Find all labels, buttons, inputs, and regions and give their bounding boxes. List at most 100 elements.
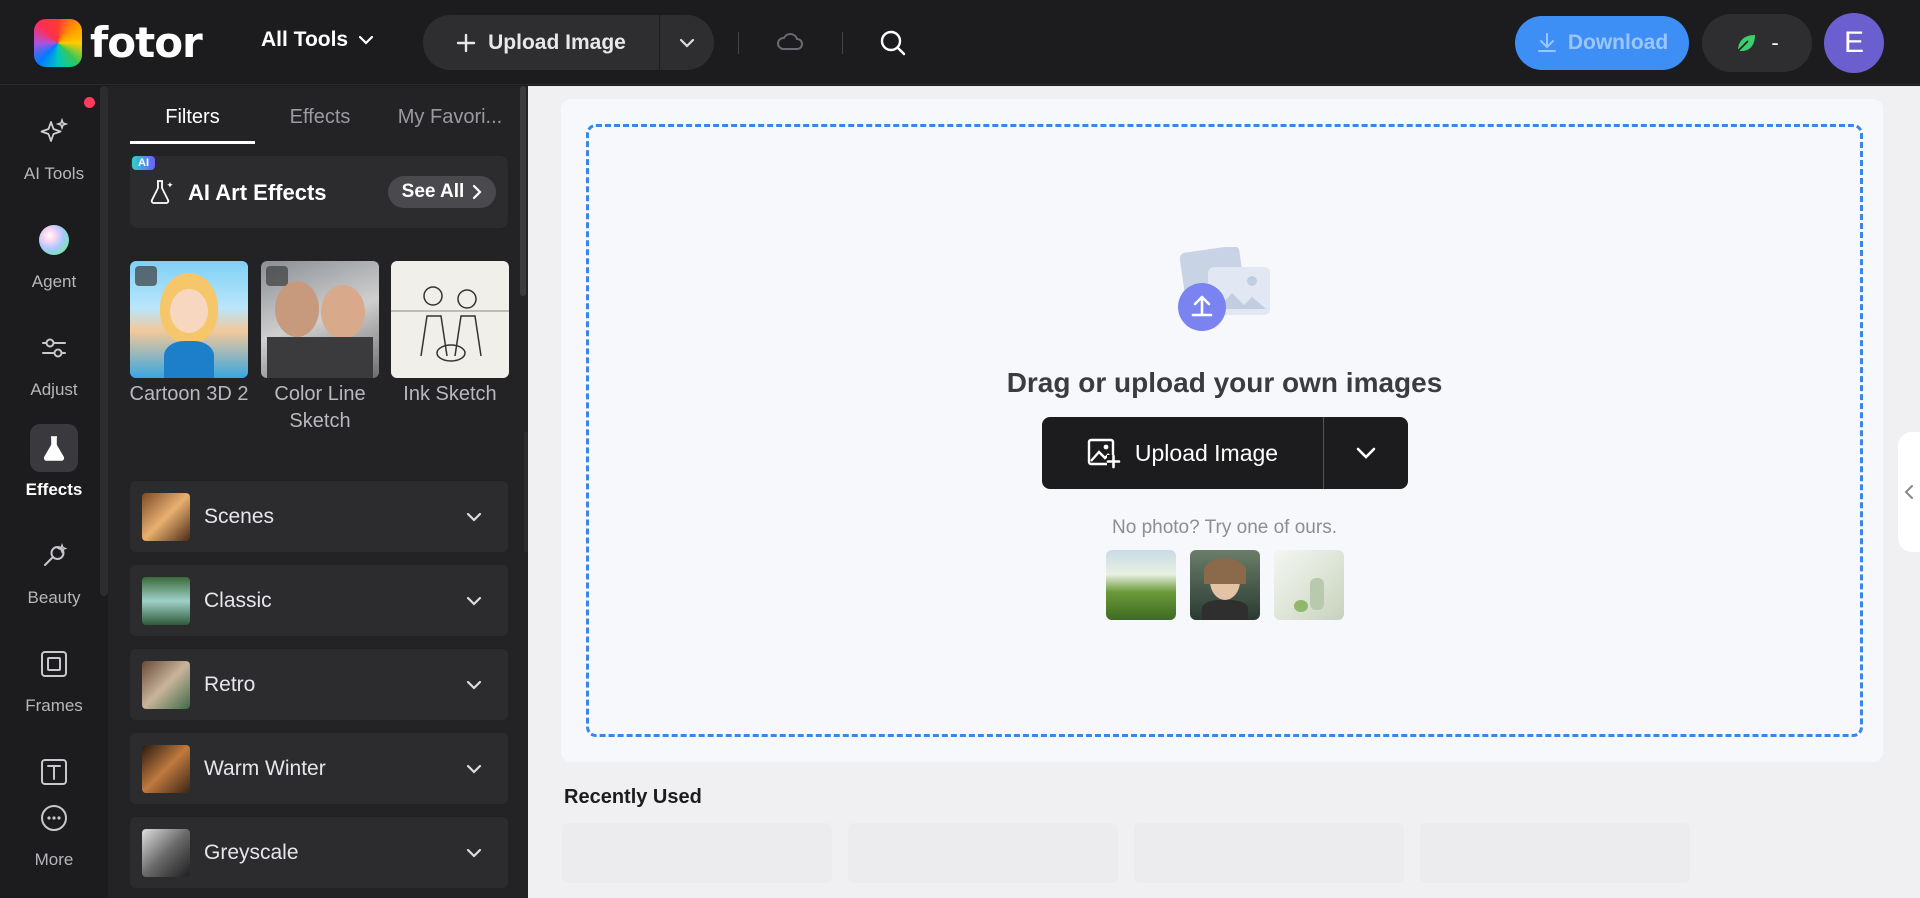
all-tools-label: All Tools (261, 28, 349, 51)
chevron-down-icon (1356, 447, 1376, 459)
canvas-area: Drag or upload your own images Upload Im… (561, 99, 1883, 762)
recently-used-title: Recently Used (564, 786, 702, 808)
recent-item[interactable] (562, 823, 832, 883)
category-thumb (142, 492, 190, 541)
nav-item-effects[interactable]: Effects (0, 424, 108, 500)
cloud-icon[interactable] (775, 27, 805, 62)
category-retro[interactable]: Retro (130, 649, 508, 720)
effects-panel: Filters Effects My Favori... AI AI Art E… (108, 86, 528, 898)
all-tools-menu[interactable]: All Tools (261, 28, 374, 52)
sparkles-icon (30, 108, 78, 156)
user-avatar[interactable]: E (1824, 13, 1884, 73)
download-button[interactable]: Download (1515, 16, 1689, 70)
sample-image-still-life[interactable] (1274, 550, 1344, 620)
nav-item-frames[interactable]: Frames (0, 640, 108, 716)
tab-effects[interactable]: Effects (255, 106, 385, 144)
divider (842, 32, 843, 54)
nav-scrollbar[interactable] (100, 86, 108, 596)
credits-value: - (1771, 30, 1779, 55)
more-icon (30, 794, 78, 842)
upload-dropzone[interactable]: Drag or upload your own images Upload Im… (586, 124, 1863, 737)
category-label: Greyscale (204, 840, 299, 864)
favorite-icon[interactable] (135, 266, 157, 286)
see-all-button[interactable]: See All (388, 176, 496, 208)
nav-item-text[interactable] (0, 748, 108, 796)
flask-sparkle-icon (150, 180, 173, 204)
tab-filters[interactable]: Filters (130, 106, 255, 144)
notification-dot (84, 97, 95, 108)
upload-image-main-button[interactable]: Upload Image (1042, 437, 1323, 469)
chevron-down-icon (466, 596, 482, 606)
ai-art-effects-title: AI Art Effects (188, 180, 327, 205)
category-thumb (142, 828, 190, 877)
nav-label: Frames (25, 696, 83, 715)
divider (738, 32, 739, 54)
agent-orb-icon (30, 216, 78, 264)
nav-item-agent[interactable]: Agent (0, 216, 108, 292)
effect-label: Ink Sketch (403, 383, 497, 405)
fotor-logo[interactable]: fotor (34, 18, 203, 67)
recent-item[interactable] (848, 823, 1118, 883)
download-label: Download (1567, 31, 1669, 54)
chevron-down-icon (466, 680, 482, 690)
category-thumb (142, 660, 190, 709)
sample-image-portrait[interactable] (1190, 550, 1260, 620)
category-classic[interactable]: Classic (130, 565, 508, 636)
upload-dropdown-button[interactable] (660, 15, 714, 70)
chevron-down-icon (466, 764, 482, 774)
nav-item-ai-tools[interactable]: AI Tools (0, 108, 108, 184)
nav-label: Agent (31, 272, 77, 291)
chevron-right-icon (473, 184, 482, 200)
nav-item-more[interactable]: More (0, 794, 108, 870)
nav-item-adjust[interactable]: Adjust (0, 324, 108, 400)
upload-image-illustration-icon (1178, 247, 1270, 331)
expand-right-panel-button[interactable] (1898, 432, 1920, 552)
recent-item[interactable] (1420, 823, 1690, 883)
upload-image-label: Upload Image (488, 30, 626, 54)
beauty-icon (30, 532, 78, 580)
nav-label: Beauty (27, 588, 81, 607)
category-greyscale[interactable]: Greyscale (130, 817, 508, 888)
favorite-icon[interactable] (266, 266, 288, 286)
search-icon[interactable] (878, 28, 908, 63)
avatar-initial: E (1843, 26, 1864, 59)
category-label: Classic (204, 588, 272, 612)
nav-item-beauty[interactable]: Beauty (0, 532, 108, 608)
text-icon (30, 748, 78, 796)
panel-scrollbar[interactable] (520, 86, 526, 296)
credits-button[interactable]: - (1702, 14, 1812, 72)
sample-image-landscape[interactable] (1106, 550, 1176, 620)
effect-thumb-cartoon-3d[interactable] (130, 261, 248, 378)
category-thumb (142, 744, 190, 793)
recent-item[interactable] (1134, 823, 1404, 883)
tab-my-favorites[interactable]: My Favori... (385, 106, 515, 144)
effect-thumb-color-line-sketch[interactable] (261, 261, 379, 378)
ai-badge: AI (132, 156, 155, 170)
add-image-icon (1087, 438, 1121, 469)
chevron-down-icon (466, 512, 482, 522)
effect-label: Color Line Sketch (274, 383, 366, 432)
upload-image-button[interactable]: Upload Image (423, 15, 659, 70)
category-label: Retro (204, 672, 256, 696)
upload-image-dropdown[interactable] (1324, 447, 1408, 459)
panel-tabs: Filters Effects My Favori... (130, 106, 515, 144)
ai-art-effects-card: AI AI Art Effects See All (130, 156, 508, 228)
no-photo-hint: No photo? Try one of ours. (1112, 517, 1337, 538)
nav-label: AI Tools (23, 164, 85, 183)
chevron-down-icon (466, 848, 482, 858)
category-warm-winter[interactable]: Warm Winter (130, 733, 508, 804)
see-all-label: See All (401, 181, 465, 202)
nav-label: Adjust (30, 380, 78, 399)
logo-text: fotor (90, 18, 203, 67)
category-thumb (142, 576, 190, 625)
leaf-icon (1737, 35, 1756, 52)
effect-thumb-ink-sketch[interactable] (391, 261, 509, 378)
logo-mark-icon (34, 18, 82, 67)
nav-label: Effects (25, 480, 83, 499)
frame-icon (30, 640, 78, 688)
upload-image-group: Upload Image (423, 15, 714, 70)
top-bar: fotor All Tools Upload Image Download - … (0, 0, 1920, 85)
category-scenes[interactable]: Scenes (130, 481, 508, 552)
category-label: Warm Winter (204, 756, 326, 780)
nav-label: More (34, 850, 74, 869)
